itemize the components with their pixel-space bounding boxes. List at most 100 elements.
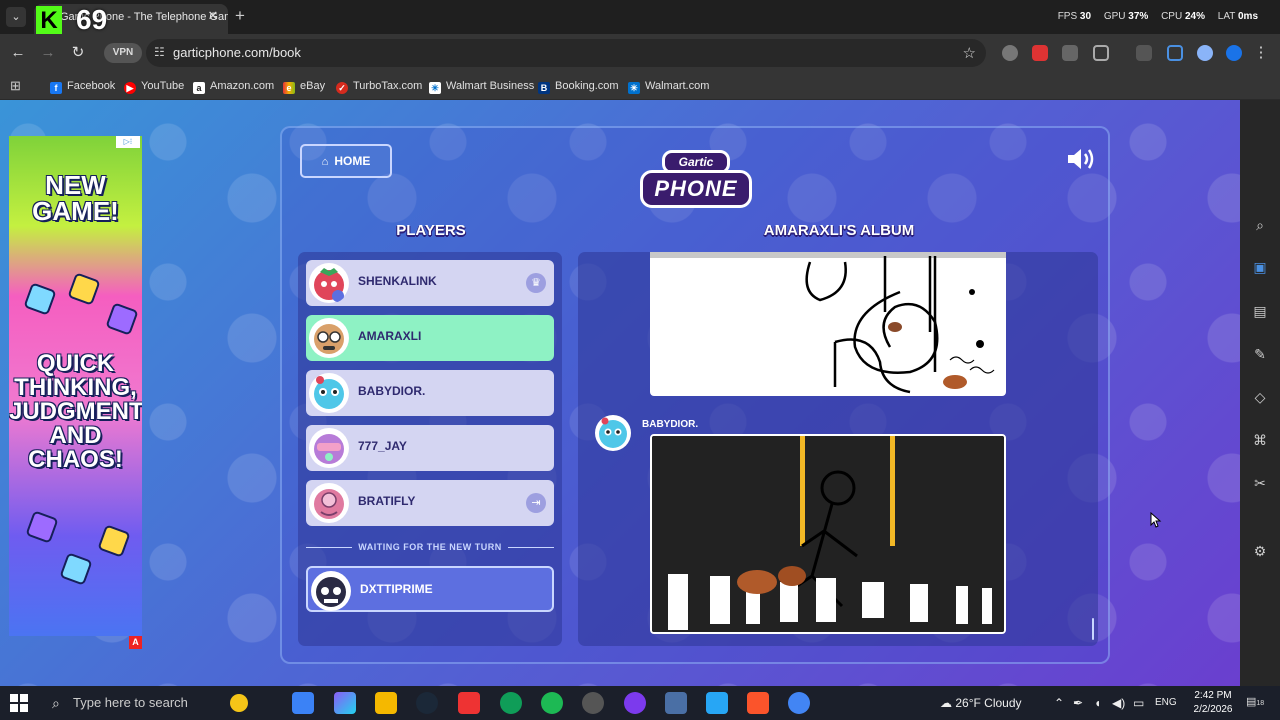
extension-shield-icon[interactable] xyxy=(1002,45,1018,61)
back-arrow-icon[interactable]: ← xyxy=(8,43,28,63)
bookmark-star-icon[interactable]: ☆ xyxy=(963,44,976,62)
media-control-icon[interactable] xyxy=(1136,45,1152,61)
network-icon[interactable]: ▭ xyxy=(1133,686,1144,720)
gamepad-icon[interactable]: ⌘ xyxy=(1251,431,1269,449)
extensions-puzzle-icon[interactable] xyxy=(1093,45,1109,61)
language-indicator[interactable]: ENG xyxy=(1155,686,1177,720)
skull-avatar-icon xyxy=(311,571,351,611)
search-icon[interactable]: ⌕ xyxy=(1251,216,1269,234)
store-icon[interactable] xyxy=(292,692,314,714)
bookmark-ebay[interactable]: e eBay xyxy=(283,77,325,95)
forward-arrow-icon[interactable]: → xyxy=(38,43,58,63)
game-container: ⌂ HOME Gartic PHONE PLAYERS AMARAXLI'S AL… xyxy=(280,126,1110,664)
gpu-value: 37% xyxy=(1128,11,1149,22)
obs-icon[interactable] xyxy=(582,692,604,714)
player-card[interactable]: SHENKALINK ♛ xyxy=(306,260,554,306)
tray-chevron-icon[interactable]: ⌃ xyxy=(1054,686,1064,720)
active-tab[interactable]: Gartic Phone - The Telephone Game xyxy=(34,4,228,34)
shield-check-icon[interactable] xyxy=(1226,45,1242,61)
more-menu-icon[interactable]: ⋮ xyxy=(1251,43,1271,63)
copilot-icon[interactable]: ▣ xyxy=(1251,258,1269,276)
copilot-app-icon[interactable] xyxy=(334,692,356,714)
wps-office-icon[interactable] xyxy=(458,692,480,714)
brave-icon[interactable] xyxy=(747,692,769,714)
bookmark-youtube[interactable]: ▶ YouTube xyxy=(124,77,184,95)
tools-icon[interactable]: ✂ xyxy=(1251,474,1269,492)
notes-icon[interactable]: ✎ xyxy=(1251,345,1269,363)
address-bar[interactable]: ☷ garticphone.com/book ☆ xyxy=(146,39,986,67)
album-drawing-2 xyxy=(650,434,1006,634)
calculator-icon[interactable]: ▤ xyxy=(1251,302,1269,320)
waiting-player-card[interactable]: DXTTIPRIME xyxy=(306,566,554,612)
windows-start-icon[interactable] xyxy=(10,694,28,712)
player-card-active[interactable]: AMARAXLI xyxy=(306,315,554,361)
apps-grid-icon[interactable]: ⊞ xyxy=(10,79,24,93)
viewer-count-overlay: 69 xyxy=(76,4,108,35)
split-view-icon[interactable] xyxy=(1167,45,1183,61)
file-explorer-icon[interactable] xyxy=(375,692,397,714)
site-info-icon[interactable]: ☷ xyxy=(154,45,165,59)
sound-speaker-icon[interactable] xyxy=(1066,146,1096,172)
microphone-icon[interactable]: ◖ xyxy=(1094,686,1101,720)
browser-sidebar: ⌕ ▣ ▤ ✎ ◇ ⌘ ✂ ⚙ xyxy=(1240,100,1280,686)
player-name: 777_JAY xyxy=(358,439,407,453)
customize-sidebar-icon[interactable]: ⚙ xyxy=(1251,542,1269,560)
album-panel[interactable]: BABYDIOR. xyxy=(578,252,1098,646)
bookmark-facebook[interactable]: f Facebook xyxy=(50,77,115,95)
ad-label-icon[interactable]: A xyxy=(129,636,142,649)
spotify-icon[interactable] xyxy=(541,692,563,714)
home-button[interactable]: ⌂ HOME xyxy=(300,144,392,178)
cloud-icon: ☁ xyxy=(940,696,956,710)
app-window-icon[interactable] xyxy=(665,692,687,714)
ad-game-card-icon xyxy=(67,272,101,306)
volume-icon[interactable]: ◀) xyxy=(1112,686,1125,720)
performance-overlay: FPS 30 GPU 37% CPU 24% LAT 0ms xyxy=(1058,11,1268,22)
edge-icon[interactable] xyxy=(500,692,522,714)
extension-video-icon[interactable] xyxy=(1062,45,1078,61)
album-entry-author: BABYDIOR. xyxy=(642,419,699,430)
strawberry-avatar-icon xyxy=(309,263,349,303)
new-tab-icon[interactable]: + xyxy=(235,6,245,26)
player-card[interactable]: BRATIFLY ⇥ xyxy=(306,480,554,526)
ad-tagline: QUICK THINKING, JUDGMENT AND CHAOS! xyxy=(9,350,142,473)
player-card[interactable]: 777_JAY xyxy=(306,425,554,471)
fps-value: 30 xyxy=(1079,11,1092,22)
bookmark-turbotax[interactable]: ✓ TurboTax.com xyxy=(336,77,422,95)
profile-avatar-icon[interactable] xyxy=(1197,45,1213,61)
weather-widget[interactable]: ☁ 26°F Cloudy xyxy=(940,686,1022,720)
pen-icon[interactable]: ✒ xyxy=(1073,686,1083,720)
player-name: AMARAXLI xyxy=(358,329,422,343)
ad-choices-icon[interactable]: ▷⁝ xyxy=(116,136,140,148)
nerd-avatar-icon xyxy=(309,318,349,358)
cpu-label: CPU xyxy=(1161,11,1183,22)
bookmark-amazon[interactable]: a Amazon.com xyxy=(193,77,274,95)
home-button-label: HOME xyxy=(334,154,371,168)
kick-player-icon[interactable]: ⇥ xyxy=(526,493,546,513)
extension-red-icon[interactable] xyxy=(1032,45,1048,61)
pink-creature-avatar-icon xyxy=(309,483,349,523)
youtube-icon: ▶ xyxy=(124,82,136,94)
player-card[interactable]: BABYDIOR. xyxy=(306,370,554,416)
bookmark-label: Walmart.com xyxy=(645,80,710,92)
close-tab-icon[interactable]: ✕ xyxy=(205,8,221,24)
tag-icon[interactable]: ◇ xyxy=(1251,388,1269,406)
album-drawing-1 xyxy=(650,252,1006,396)
reload-icon[interactable]: ↻ xyxy=(68,43,88,63)
notification-center-icon[interactable]: ▤18 xyxy=(1246,695,1264,711)
taskbar-clock[interactable]: 2:42 PM 2/2/2026 xyxy=(1188,689,1238,717)
discord-icon[interactable] xyxy=(624,692,646,714)
tab-search-button[interactable]: ⌄ xyxy=(6,7,26,27)
facebook-app-icon[interactable] xyxy=(706,692,728,714)
bookmark-walmart-business[interactable]: ✳ Walmart Business xyxy=(429,77,534,95)
bookmark-booking[interactable]: B Booking.com xyxy=(538,77,619,95)
bookmark-walmart[interactable]: ✳ Walmart.com xyxy=(628,77,709,95)
steam-icon[interactable] xyxy=(416,692,438,714)
advertisement-banner[interactable]: ▷⁝ NEW GAME! QUICK THINKING, JUDGMENT AN… xyxy=(9,136,142,636)
album-scrollbar[interactable] xyxy=(1092,618,1094,640)
url-text[interactable]: garticphone.com/book xyxy=(173,45,301,60)
bookmark-label: eBay xyxy=(300,80,326,92)
sparkle-widget-icon[interactable] xyxy=(230,694,248,712)
turbotax-icon: ✓ xyxy=(336,82,348,94)
vpn-button[interactable]: VPN xyxy=(104,43,142,63)
chrome-icon[interactable] xyxy=(788,692,810,714)
